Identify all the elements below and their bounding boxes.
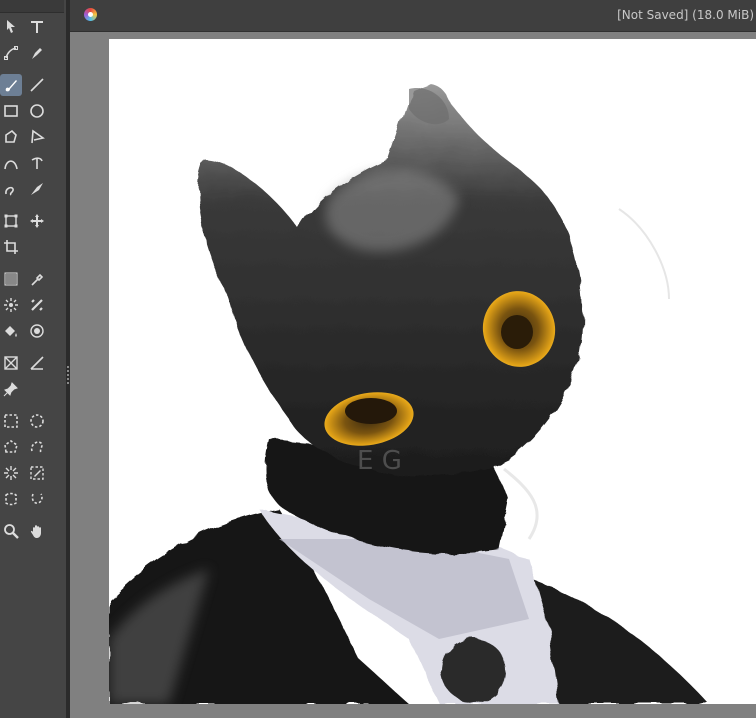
tool-freehand-select[interactable]: [26, 436, 48, 458]
polygon-select-icon: [4, 440, 18, 453]
brush-icon: [5, 80, 17, 92]
artwork: E G: [109, 84, 709, 704]
rect-select-icon: [4, 414, 18, 428]
zoom-icon: [4, 524, 19, 539]
color-picker-icon: [31, 273, 44, 286]
tool-assistant[interactable]: [0, 352, 22, 374]
tool-gradient[interactable]: [0, 268, 22, 290]
tool-zoom[interactable]: [0, 520, 22, 542]
magic-wand-icon: [4, 466, 18, 480]
colorize-icon: [31, 299, 43, 311]
tool-similar-select[interactable]: [26, 462, 48, 484]
tool-measure[interactable]: [26, 352, 48, 374]
tool-rect-select[interactable]: [0, 410, 22, 432]
move-icon: [7, 20, 15, 33]
crop-icon: [4, 240, 18, 254]
tool-transform[interactable]: [0, 210, 22, 232]
line-icon: [30, 78, 44, 92]
tool-pan[interactable]: [26, 520, 48, 542]
tool-magnetic-select[interactable]: [26, 488, 48, 510]
bezier-icon: [31, 157, 43, 169]
tool-curve[interactable]: [0, 152, 22, 174]
tool-unified-transform[interactable]: [0, 42, 22, 64]
measure-icon: [30, 356, 44, 370]
tool-text[interactable]: [26, 15, 48, 37]
transform-icon: [4, 214, 18, 228]
tool-enclose-fill[interactable]: [26, 320, 48, 342]
tool-polygon-select[interactable]: [0, 436, 22, 458]
move-arrows-icon: [30, 214, 44, 228]
splitter-grip-icon[interactable]: [67, 366, 69, 384]
polyline-icon: [31, 129, 45, 144]
canvas-area[interactable]: E G: [70, 32, 756, 718]
polygon-icon: [5, 129, 17, 143]
similar-select-icon: [30, 466, 44, 480]
enclose-fill-icon: [30, 324, 44, 338]
ellipse-icon: [30, 104, 44, 118]
ellipse-select-icon: [30, 414, 44, 428]
unified-transform-icon: [4, 46, 18, 60]
text-icon: [31, 21, 43, 33]
image-canvas[interactable]: E G: [109, 39, 756, 704]
tool-fill[interactable]: [0, 320, 22, 342]
tool-move[interactable]: [0, 15, 22, 37]
gradient-icon: [4, 272, 18, 286]
pen-icon: [32, 48, 42, 59]
tool-line[interactable]: [26, 74, 48, 96]
tool-bezier[interactable]: [26, 152, 48, 174]
document-title: [Not Saved] (18.0 MiB): [617, 8, 754, 22]
tool-rectangle[interactable]: [0, 100, 22, 122]
tool-dynamic-brush[interactable]: [26, 178, 48, 200]
tool-polygon[interactable]: [0, 126, 22, 148]
curve-icon: [4, 160, 18, 170]
tool-magic-wand[interactable]: [0, 462, 22, 484]
tool-bezier-select[interactable]: [0, 488, 22, 510]
bezier-select-icon: [5, 492, 17, 506]
tool-crop[interactable]: [0, 236, 22, 258]
smart-patch-icon: [4, 298, 18, 312]
toolbox: [0, 0, 66, 718]
tool-polyline[interactable]: [26, 126, 48, 148]
tool-color-picker[interactable]: [26, 268, 48, 290]
tool-freehand[interactable]: [0, 178, 22, 200]
document-tab[interactable]: [Not Saved] (18.0 MiB): [70, 0, 756, 32]
tool-brush[interactable]: [0, 74, 22, 96]
tool-smart-patch[interactable]: [0, 294, 22, 316]
fill-icon: [5, 326, 17, 337]
magnetic-select-icon: [31, 493, 43, 504]
tool-ellipse-select[interactable]: [26, 410, 48, 432]
pan-icon: [30, 525, 41, 538]
assistant-icon: [4, 356, 18, 370]
tool-ellipse[interactable]: [26, 100, 48, 122]
freehand-select-icon: [30, 441, 43, 454]
tool-move-arrows[interactable]: [26, 210, 48, 232]
tool-reference[interactable]: [0, 378, 22, 400]
reference-icon: [3, 382, 18, 397]
freehand-icon: [5, 186, 14, 196]
app-logo-icon: [84, 8, 97, 21]
tool-colorize[interactable]: [26, 294, 48, 316]
tool-pen[interactable]: [26, 42, 48, 64]
svg-text:E G: E G: [357, 446, 402, 476]
dynamic-brush-icon: [31, 183, 43, 195]
rectangle-icon: [4, 105, 18, 117]
toolbox-header: [0, 0, 64, 13]
